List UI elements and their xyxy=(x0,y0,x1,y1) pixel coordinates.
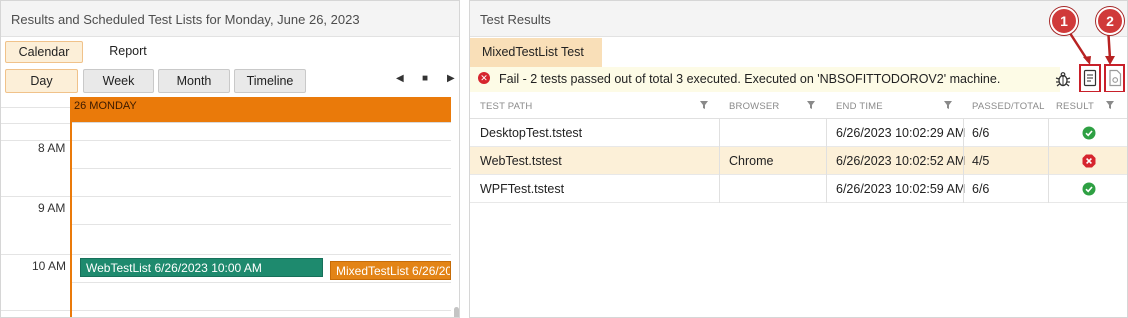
filter-icon[interactable] xyxy=(1105,100,1115,110)
calendar-scrollbar[interactable] xyxy=(454,307,459,317)
document-icon[interactable] xyxy=(1082,69,1098,87)
previous-arrow-icon[interactable]: ◀ xyxy=(396,73,404,84)
current-day-line xyxy=(70,97,72,317)
end-time-cell: 6/26/2023 10:02:52 AM xyxy=(836,154,966,168)
scheduler-panel-title: Results and Scheduled Test Lists for Mon… xyxy=(1,1,459,37)
column-test-path[interactable]: TEST PATH xyxy=(480,101,532,112)
breadcrumb-arrow xyxy=(584,38,593,66)
column-passed-total[interactable]: PASSED/TOTAL xyxy=(972,101,1045,112)
callout-2: 2 xyxy=(1096,7,1124,35)
month-view-button[interactable]: Month xyxy=(158,69,230,93)
filter-icon[interactable] xyxy=(943,100,953,110)
day-header: 26 MONDAY xyxy=(71,97,451,122)
column-end-time[interactable]: END TIME xyxy=(836,101,883,112)
bug-icon[interactable] xyxy=(1054,70,1072,88)
pass-check-icon xyxy=(1082,126,1096,140)
passed-total-cell: 6/6 xyxy=(972,182,990,196)
fail-status-icon: ✕ xyxy=(478,72,490,84)
day-view-button[interactable]: Day xyxy=(5,69,78,93)
filter-icon[interactable] xyxy=(806,100,816,110)
callout-1: 1 xyxy=(1050,7,1078,35)
test-results-title: Test Results xyxy=(470,1,1127,37)
end-time-cell: 6/26/2023 10:02:29 AM xyxy=(836,126,966,140)
event-webtestlist[interactable]: WebTestList 6/26/2023 10:00 AM xyxy=(80,258,323,277)
passed-total-cell: 6/6 xyxy=(972,126,990,140)
tab-report[interactable]: Report xyxy=(89,41,167,63)
time-label-10am: 10 AM xyxy=(32,259,67,273)
next-arrow-icon[interactable]: ▶ xyxy=(447,73,455,84)
table-row[interactable]: WebTest.tstest Chrome 6/26/2023 10:02:52… xyxy=(470,147,1127,175)
table-row[interactable]: DesktopTest.tstest 6/26/2023 10:02:29 AM… xyxy=(470,119,1127,147)
status-message: Fail - 2 tests passed out of total 3 exe… xyxy=(470,67,1060,92)
export-file-icon[interactable] xyxy=(1107,69,1123,87)
test-path-cell: WebTest.tstest xyxy=(480,154,562,168)
test-path-cell: DesktopTest.tstest xyxy=(480,126,583,140)
column-browser[interactable]: BROWSER xyxy=(729,101,780,112)
fail-x-icon xyxy=(1082,154,1096,168)
pass-check-icon xyxy=(1082,182,1096,196)
results-table-header: TEST PATH BROWSER END TIME PASSED/TOTAL … xyxy=(470,92,1127,119)
filter-icon[interactable] xyxy=(699,100,709,110)
passed-total-cell: 4/5 xyxy=(972,154,990,168)
day-calendar[interactable]: 26 MONDAY 8 AM 9 AM 10 AM xyxy=(1,97,459,317)
test-results-panel: Test Results MixedTestList Tests Fail - … xyxy=(469,0,1128,318)
tab-calendar[interactable]: Calendar xyxy=(5,41,83,63)
browser-cell: Chrome xyxy=(729,154,774,168)
test-path-cell: WPFTest.tstest xyxy=(480,182,565,196)
today-square-icon[interactable]: ■ xyxy=(422,73,428,84)
breadcrumb[interactable]: MixedTestList Tests xyxy=(470,38,603,67)
time-label-9am: 9 AM xyxy=(38,201,66,215)
event-mixedtestlist[interactable]: MixedTestList 6/26/20 xyxy=(330,261,451,280)
end-time-cell: 6/26/2023 10:02:59 AM xyxy=(836,182,966,196)
week-view-button[interactable]: Week xyxy=(83,69,154,93)
scheduler-panel: Results and Scheduled Test Lists for Mon… xyxy=(0,0,460,318)
time-label-8am: 8 AM xyxy=(38,141,66,155)
timeline-view-button[interactable]: Timeline xyxy=(234,69,306,93)
table-row[interactable]: WPFTest.tstest 6/26/2023 10:02:59 AM 6/6 xyxy=(470,175,1127,203)
column-result[interactable]: RESULT xyxy=(1056,101,1094,112)
